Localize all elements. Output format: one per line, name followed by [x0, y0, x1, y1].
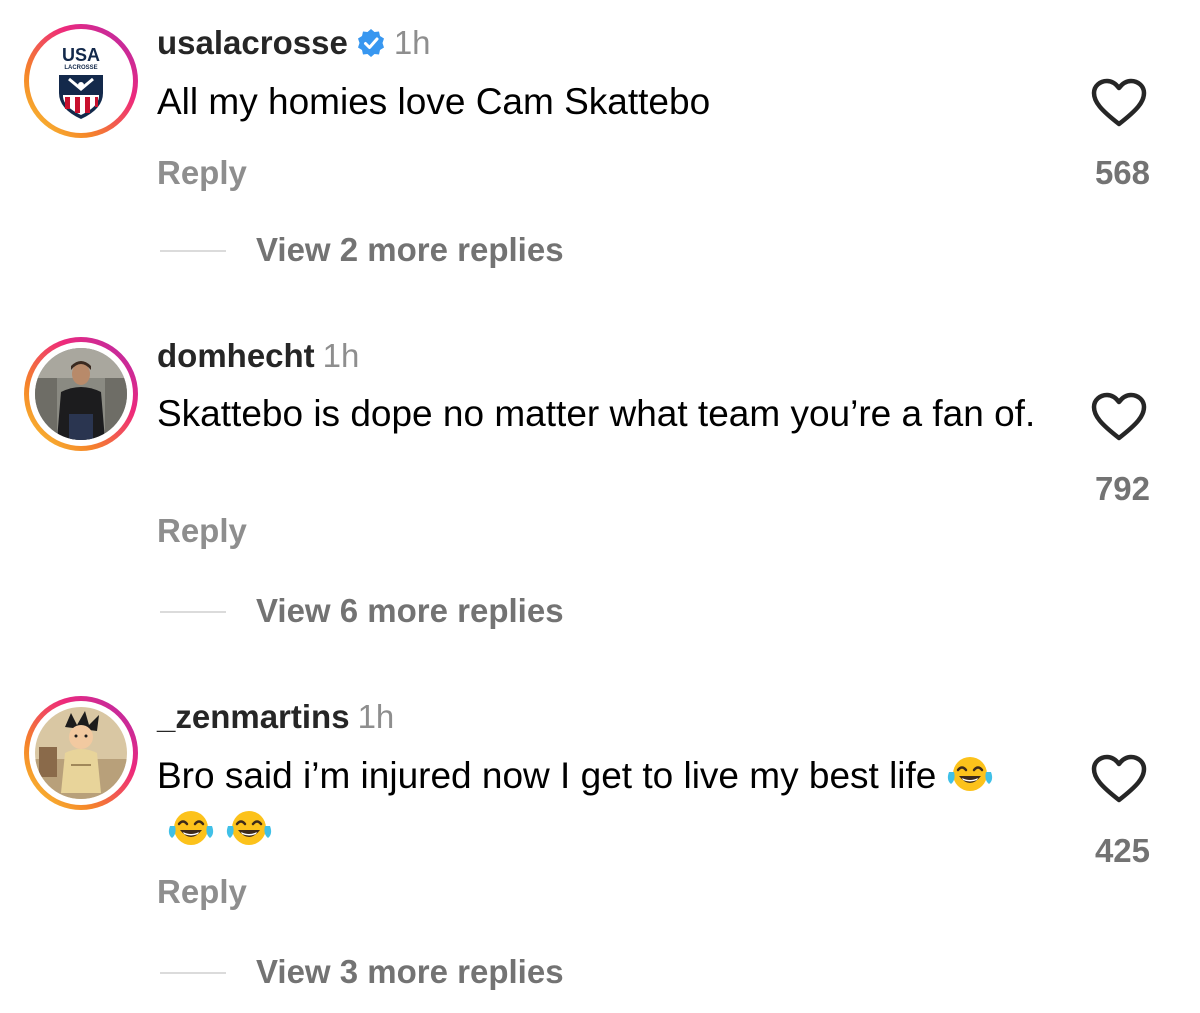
comment-text: Bro said i’m injured now I get to live m… [157, 752, 1037, 860]
username[interactable]: _zenmartins [157, 698, 350, 735]
comment-item: _zenmartins 1h Bro said i’m injured now I… [0, 0, 1200, 990]
timestamp: 1h [357, 698, 395, 735]
comment-text: Skattebo is dope no matter what team you… [157, 393, 1036, 434]
username[interactable]: domhecht [157, 337, 315, 374]
divider-line [160, 611, 226, 613]
face-with-tears-of-joy-icon [225, 808, 273, 860]
face-with-tears-of-joy-icon [946, 754, 994, 806]
heart-icon[interactable] [1091, 754, 1147, 804]
face-with-tears-of-joy-icon [167, 808, 215, 860]
view-replies-label: View 6 more replies [256, 592, 564, 629]
heart-icon[interactable] [1091, 392, 1147, 442]
like-count: 425 [1094, 832, 1150, 869]
timestamp: 1h [322, 337, 360, 374]
divider-line [160, 972, 226, 974]
avatar-illustration [35, 707, 127, 799]
reply-button[interactable]: Reply [157, 512, 247, 550]
reply-button[interactable]: Reply [157, 873, 247, 911]
avatar-photo [35, 348, 127, 440]
avatar[interactable] [24, 337, 138, 451]
comment-text-content: Bro said i’m injured now I get to live m… [157, 755, 937, 796]
like-count: 792 [1094, 470, 1150, 507]
view-replies-label: View 3 more replies [256, 953, 564, 990]
avatar[interactable] [24, 696, 138, 810]
